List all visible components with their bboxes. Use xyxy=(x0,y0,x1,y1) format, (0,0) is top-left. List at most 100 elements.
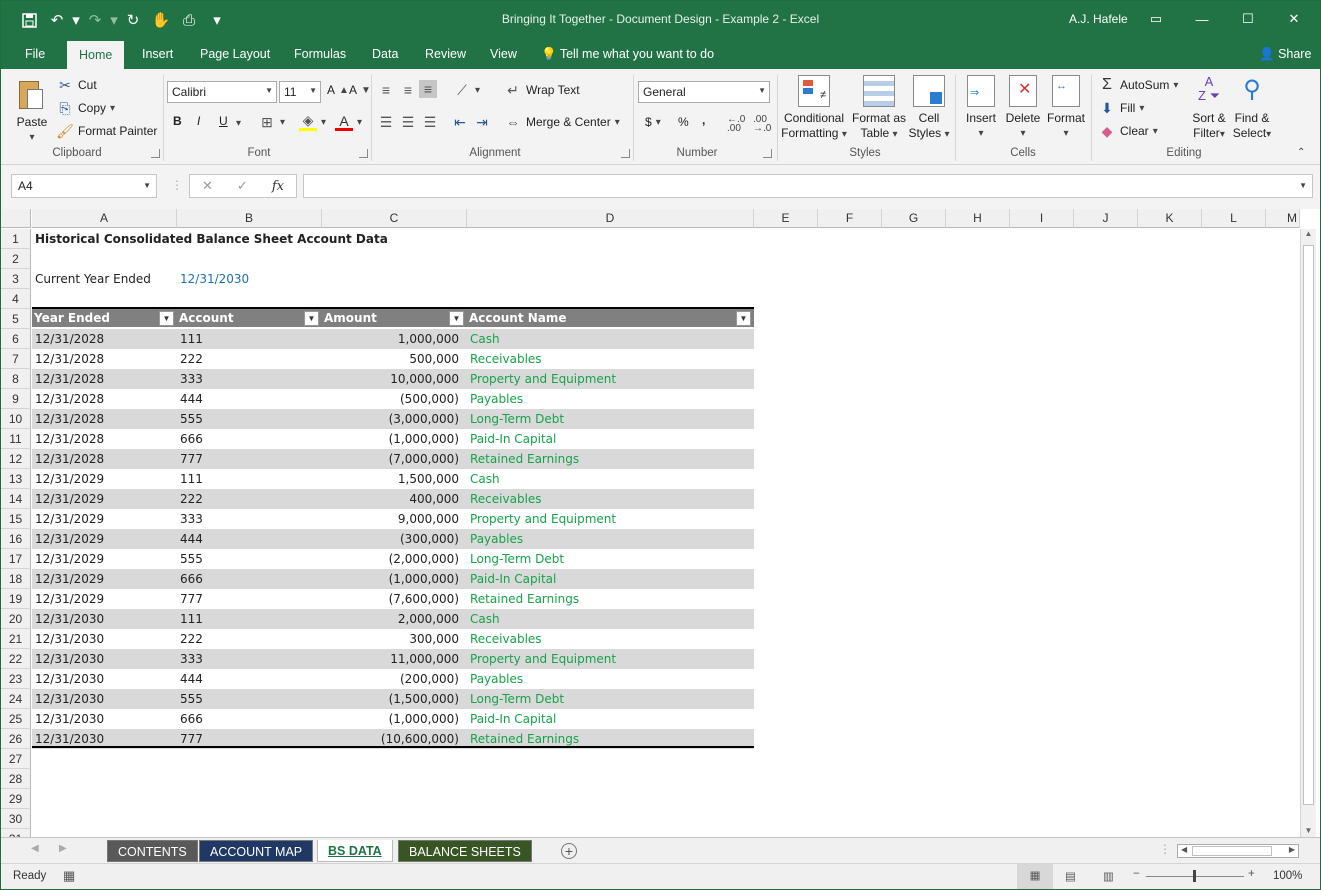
percent-button[interactable]: % xyxy=(678,115,689,129)
scroll-right-icon[interactable]: ▶ xyxy=(1289,845,1295,854)
row-header[interactable]: 3 xyxy=(1,269,31,289)
tab-split-grip-icon[interactable]: ⋮ xyxy=(1159,842,1171,856)
tab-file[interactable]: File xyxy=(13,39,57,69)
account-name-cell[interactable]: Property and Equipment xyxy=(467,649,754,669)
row-header[interactable]: 28 xyxy=(1,769,31,789)
user-name[interactable]: A.J. Hafele xyxy=(1069,12,1128,26)
undo-dropdown-icon[interactable]: ▾ xyxy=(71,9,81,31)
account-name-cell[interactable]: Payables xyxy=(467,529,754,549)
touch-mode-icon[interactable]: ✋ xyxy=(147,9,175,31)
account-name-cell[interactable]: Receivables xyxy=(467,489,754,509)
year-ended-cell[interactable]: 12/31/2029 xyxy=(32,549,177,569)
copy-button[interactable]: ⎘ Copy ▾ xyxy=(56,99,115,117)
account-cell[interactable]: 333 xyxy=(177,509,322,529)
row-header[interactable]: 21 xyxy=(1,629,31,649)
row-header[interactable]: 12 xyxy=(1,449,31,469)
row-header[interactable]: 2 xyxy=(1,249,31,269)
account-cell[interactable]: 666 xyxy=(177,429,322,449)
row-header[interactable]: 15 xyxy=(1,509,31,529)
sheet-tab-bs-data[interactable]: BS DATA xyxy=(317,840,393,862)
align-right-icon[interactable]: ☰ xyxy=(421,113,439,131)
tell-me-search[interactable]: 💡 Tell me what you want to do xyxy=(541,39,714,69)
row-header[interactable]: 29 xyxy=(1,789,31,809)
filter-dropdown-icon[interactable]: ▼ xyxy=(159,311,174,326)
account-cell[interactable]: 555 xyxy=(177,409,322,429)
row-header[interactable]: 5 xyxy=(1,309,31,329)
collapse-ribbon-icon[interactable]: ⌃ xyxy=(1297,147,1305,158)
tab-home[interactable]: Home xyxy=(67,41,125,69)
tab-insert[interactable]: Insert xyxy=(130,39,185,69)
cell-styles-button[interactable]: Cell Styles ▾ xyxy=(907,75,951,142)
year-ended-cell[interactable]: 12/31/2028 xyxy=(32,429,177,449)
clear-button[interactable]: ◆ Clear ▾ xyxy=(1098,122,1158,140)
clipboard-launcher-icon[interactable] xyxy=(151,149,160,158)
column-header-e[interactable]: E xyxy=(754,209,818,228)
insert-cells-button[interactable]: ⇒ Insert ▾ xyxy=(961,75,1001,141)
account-cell[interactable]: 333 xyxy=(177,369,322,389)
align-left-icon[interactable]: ☰ xyxy=(377,113,395,131)
normal-view-icon[interactable]: ▦ xyxy=(1017,864,1053,889)
row-header[interactable]: 11 xyxy=(1,429,31,449)
minimize-icon[interactable]: — xyxy=(1179,7,1225,31)
row-header[interactable]: 30 xyxy=(1,809,31,829)
row-header[interactable]: 6 xyxy=(1,329,31,349)
year-ended-cell[interactable]: 12/31/2029 xyxy=(32,569,177,589)
column-header-c[interactable]: C xyxy=(322,209,467,228)
amount-cell[interactable]: (1,500,000) xyxy=(322,689,467,709)
scroll-tabs-left-icon[interactable]: ◀ xyxy=(31,843,39,854)
current-year-label[interactable]: Current Year Ended xyxy=(32,269,154,289)
decrease-font-icon[interactable]: A ▼ xyxy=(349,83,371,97)
column-header-a[interactable]: A xyxy=(32,209,177,228)
tab-page-layout[interactable]: Page Layout xyxy=(188,39,282,69)
select-all-corner[interactable] xyxy=(1,209,31,228)
row-header[interactable]: 1 xyxy=(1,229,31,249)
alignment-launcher-icon[interactable] xyxy=(621,149,630,158)
page-layout-view-icon[interactable]: ▤ xyxy=(1065,869,1076,883)
account-name-cell[interactable]: Cash xyxy=(467,469,754,489)
table-header-account[interactable]: Account xyxy=(177,309,322,329)
find-select-button[interactable]: ⚲ Find & Select▾ xyxy=(1231,75,1273,142)
account-name-cell[interactable]: Paid-In Capital xyxy=(467,709,754,729)
year-ended-cell[interactable]: 12/31/2028 xyxy=(32,329,177,349)
copy-dropdown-icon[interactable]: ▾ xyxy=(110,103,115,114)
redo-dropdown-icon[interactable]: ▾ xyxy=(109,9,119,31)
name-box[interactable]: A4 ▼ xyxy=(11,174,157,198)
underline-dropdown-icon[interactable]: ▾ xyxy=(236,118,241,129)
table-header-amount[interactable]: Amount xyxy=(322,309,467,329)
year-ended-cell[interactable]: 12/31/2028 xyxy=(32,349,177,369)
amount-cell[interactable]: 400,000 xyxy=(322,489,467,509)
amount-cell[interactable]: (1,000,000) xyxy=(322,569,467,589)
year-ended-cell[interactable]: 12/31/2029 xyxy=(32,509,177,529)
year-ended-cell[interactable]: 12/31/2028 xyxy=(32,449,177,469)
year-ended-cell[interactable]: 12/31/2028 xyxy=(32,389,177,409)
autosum-dropdown-icon[interactable]: ▾ xyxy=(1173,80,1178,91)
account-name-cell[interactable]: Paid-In Capital xyxy=(467,429,754,449)
page-break-view-icon[interactable]: ▥ xyxy=(1103,869,1114,883)
format-as-table-button[interactable]: Format as Table ▾ xyxy=(849,75,909,142)
insert-function-icon[interactable]: fx xyxy=(272,179,284,194)
year-ended-cell[interactable]: 12/31/2029 xyxy=(32,529,177,549)
year-ended-cell[interactable]: 12/31/2030 xyxy=(32,689,177,709)
italic-button[interactable]: I xyxy=(197,114,200,128)
row-header[interactable]: 14 xyxy=(1,489,31,509)
filter-dropdown-icon[interactable]: ▼ xyxy=(304,311,319,326)
current-year-value[interactable]: 12/31/2030 xyxy=(177,269,252,289)
bold-button[interactable]: B xyxy=(173,114,182,128)
align-bottom-icon[interactable]: ≡ xyxy=(419,80,437,98)
sort-filter-button[interactable]: AZ ⏷ Sort & Filter▾ xyxy=(1189,75,1229,142)
amount-cell[interactable]: (1,000,000) xyxy=(322,709,467,729)
scroll-left-icon[interactable]: ◀ xyxy=(1181,845,1187,854)
account-cell[interactable]: 444 xyxy=(177,389,322,409)
account-name-cell[interactable]: Paid-In Capital xyxy=(467,569,754,589)
row-header[interactable]: 25 xyxy=(1,709,31,729)
table-header-account-name[interactable]: Account Name xyxy=(467,309,754,329)
format-cells-button[interactable]: ↔ Format ▾ xyxy=(1045,75,1087,141)
share-button[interactable]: 👤 Share xyxy=(1259,39,1311,69)
increase-font-icon[interactable]: A ▲ xyxy=(327,83,349,97)
year-ended-cell[interactable]: 12/31/2030 xyxy=(32,669,177,689)
print-preview-icon[interactable]: ⎙ xyxy=(175,9,203,31)
row-header[interactable]: 31 xyxy=(1,829,31,837)
merge-dropdown-icon[interactable]: ▾ xyxy=(615,117,620,128)
account-name-cell[interactable]: Receivables xyxy=(467,629,754,649)
paste-dropdown-icon[interactable]: ▾ xyxy=(13,130,51,145)
